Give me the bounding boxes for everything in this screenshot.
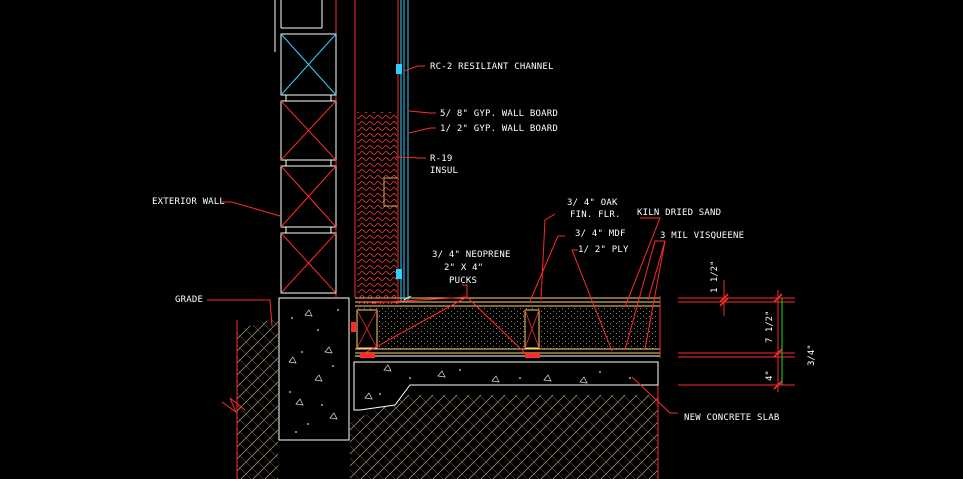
label-pucks: PUCKS	[449, 276, 477, 286]
label-mdf: 3/ 4" MDF	[575, 229, 626, 239]
interior-wall-framing	[354, 0, 412, 304]
label-kiln-dried-sand: KILN DRIED SAND	[637, 208, 721, 218]
label-visqueene: 3 MIL VISQUEENE	[660, 231, 744, 241]
dim-7-1-2: 7 1/2"	[765, 310, 775, 343]
label-gyp-1-2: 1/ 2" GYP. WALL BOARD	[440, 124, 558, 134]
construction-section-drawing: RC-2 RESILIANT CHANNEL 5/ 8" GYP. WALL B…	[152, 0, 817, 479]
label-new-concrete-slab: NEW CONCRETE SLAB	[684, 413, 780, 423]
label-grade: GRADE	[175, 295, 203, 305]
label-oak-floor: 3/ 4" OAK	[567, 198, 618, 208]
concrete-foundation	[278, 297, 350, 441]
dimension-lines	[678, 280, 795, 392]
label-neoprene: 3/ 4" NEOPRENE	[432, 250, 511, 260]
label-gyp-5-8: 5/ 8" GYP. WALL BOARD	[440, 109, 558, 119]
dim-1-1-2: 1 1/2"	[710, 260, 720, 293]
floating-floor-assembly	[351, 296, 661, 358]
label-resiliant-channel: RC-2 RESILIANT CHANNEL	[430, 62, 554, 72]
label-ply: 1/ 2" PLY	[578, 245, 629, 255]
dim-4: 4"	[765, 370, 775, 381]
dim-3-4: 3/4"	[807, 344, 817, 366]
masonry-wall	[274, 0, 337, 298]
label-fin-flr: FIN. FLR.	[570, 210, 621, 220]
label-r19: R-19	[430, 154, 452, 164]
label-insul: INSUL	[430, 166, 458, 176]
label-2x4: 2" X 4"	[444, 263, 483, 273]
label-exterior-wall: EXTERIOR WALL	[152, 197, 225, 207]
